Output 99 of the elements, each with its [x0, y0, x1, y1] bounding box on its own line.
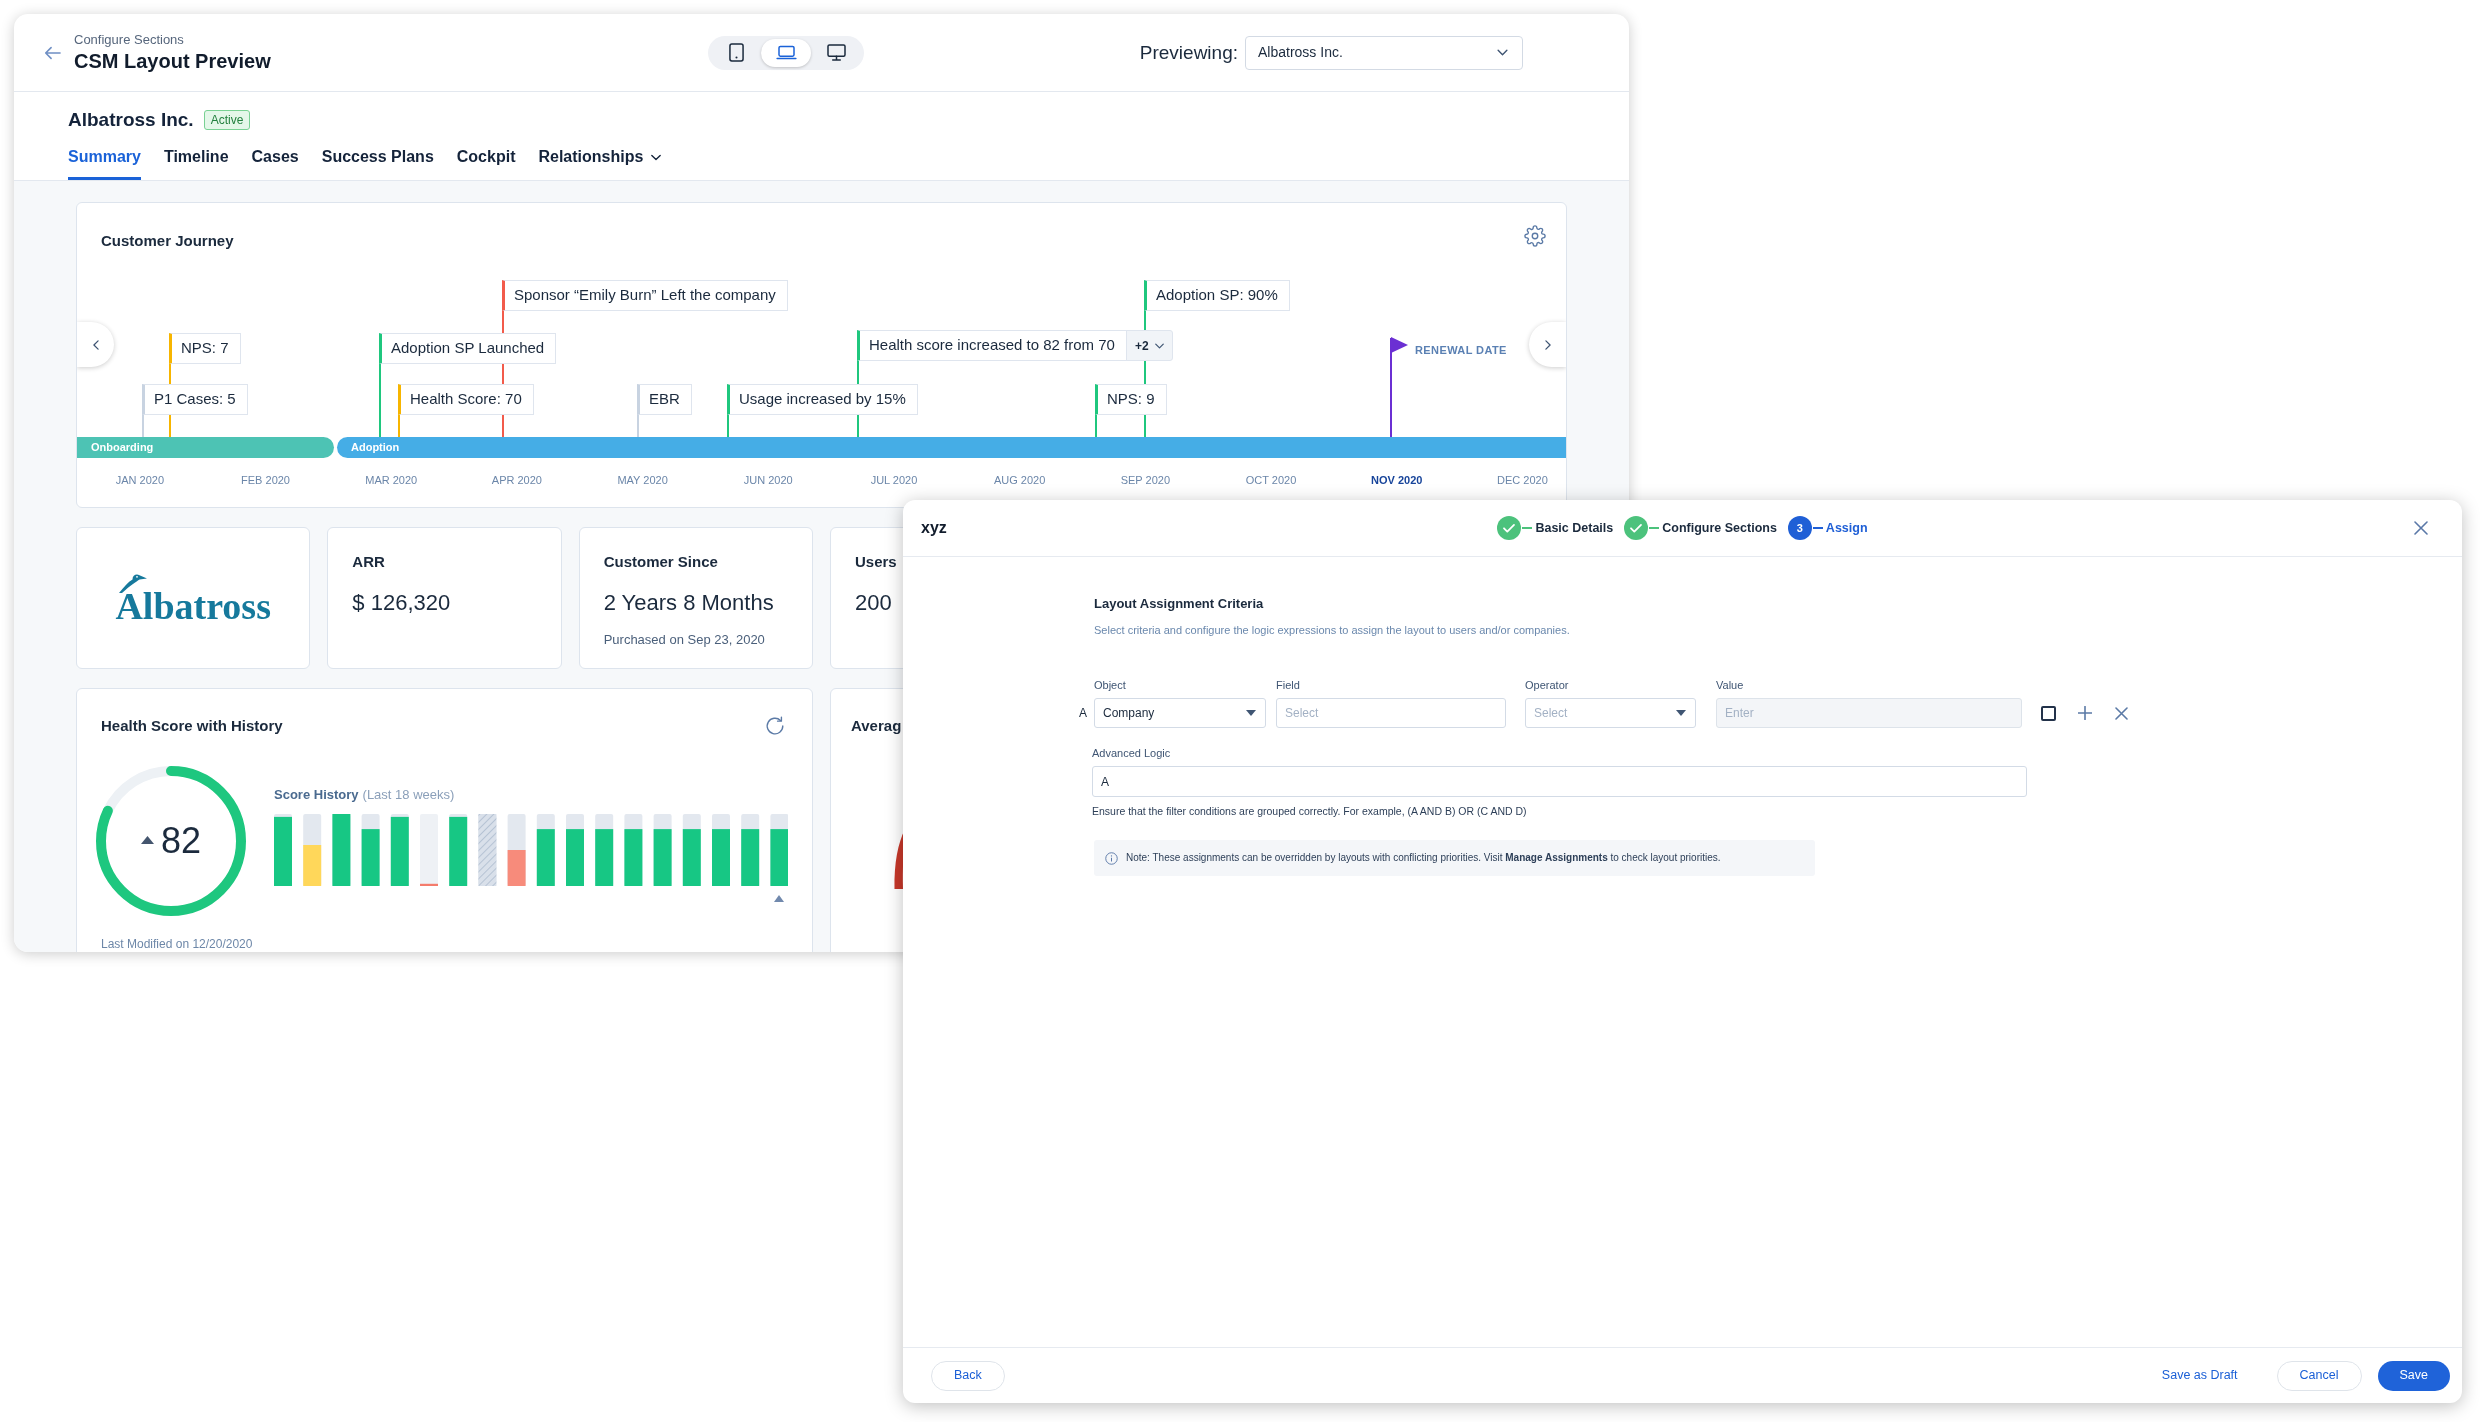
tablet-icon: [728, 43, 744, 62]
timeline-event: Health score increased to 82 from 70: [857, 330, 1127, 361]
previewing-select[interactable]: Albatross Inc.: [1245, 35, 1523, 70]
stat-label: Users: [855, 552, 897, 572]
field-label: Advanced Logic: [1092, 746, 1171, 760]
last-modified-text: Last Modified on 12/20/2020: [101, 936, 253, 952]
timeline-event: P1 Cases: 5: [142, 384, 248, 415]
timeline-event: Sponsor “Emily Burn” Left the company: [502, 280, 788, 311]
renewal-label: RENEWAL DATE: [1415, 343, 1507, 358]
step-label: Basic Details: [1535, 520, 1614, 536]
column-label: Field: [1276, 678, 1300, 692]
timeline-event: Usage increased by 15%: [727, 384, 918, 415]
dropdown-value[interactable]: Company: [1095, 699, 1246, 727]
triangle-up-icon: [140, 836, 154, 844]
step-label: Assign: [1825, 520, 1868, 536]
card-title: Averag: [851, 716, 902, 736]
tab[interactable]: Success Plans: [321, 144, 434, 180]
month-label: OCT 2020: [1245, 473, 1297, 488]
link[interactable]: Save as Draft: [2159, 1360, 2240, 1391]
stat-value: 2 Years 8 Months: [603, 589, 774, 617]
month-label: SEP 2020: [1120, 473, 1170, 488]
caret-down-icon: [1246, 710, 1256, 716]
stat-note: Purchased on Sep 23, 2020: [603, 631, 765, 649]
dropdown-select[interactable]: Company: [1094, 698, 1266, 728]
laptop-icon: [775, 45, 797, 60]
plus-icon[interactable]: [2078, 706, 2092, 720]
section-description: Select criteria and configure the logic expressions to assign the layout to users and/or companies.: [1094, 623, 1570, 638]
settings-icon[interactable]: [1524, 225, 1546, 247]
row-letter: A: [1079, 705, 1087, 721]
dropdown-value[interactable]: Select: [1526, 699, 1676, 727]
page-title: CSM Layout Preview: [74, 48, 271, 74]
company-name: Albatross Inc.: [68, 108, 194, 132]
tab[interactable]: Cases: [251, 144, 299, 180]
more-events-button[interactable]: +2: [1125, 330, 1173, 361]
tab[interactable]: Relationships: [538, 144, 662, 180]
status-badge: Active: [203, 110, 251, 130]
x-icon[interactable]: [2115, 706, 2128, 720]
month-label: NOV 2020: [1371, 473, 1423, 488]
month-label: MAR 2020: [365, 473, 418, 488]
tab[interactable]: Cockpit: [456, 144, 516, 180]
info-icon: [1105, 851, 1118, 865]
tab[interactable]: Timeline: [163, 144, 229, 180]
column-label: Value: [1716, 678, 1744, 692]
step-number: 3: [1787, 516, 1812, 540]
month-label: APR 2020: [491, 473, 542, 488]
card-title: Health Score with History: [101, 716, 283, 736]
close-icon[interactable]: [2414, 521, 2428, 535]
chart-subtitle: (Last 18 weeks): [362, 787, 455, 803]
column-label: Object: [1094, 678, 1126, 692]
step-label: Configure Sections: [1662, 520, 1777, 536]
month-label: DEC 2020: [1497, 473, 1548, 488]
score-ring-track: [103, 766, 172, 814]
column-label: Operator: [1525, 678, 1569, 692]
timeline-phase: Adoption: [337, 437, 1566, 458]
company-logo: Albatross: [115, 571, 271, 625]
timeline-event: Adoption SP: 90%: [1144, 280, 1290, 311]
stat-value: 200: [855, 589, 892, 617]
chevron-down-icon: [1154, 342, 1164, 349]
month-label: AUG 2020: [993, 473, 1046, 488]
chevron-down-icon: [1497, 49, 1508, 56]
hint-text: Ensure that the filter conditions are grouped correctly. For example, (A AND B) OR (C AND D): [1092, 804, 1527, 818]
note-text: Note: These assignments can be overridden by layouts with conflicting priorities. Visit Manage Assignments to check layout priorities.: [1126, 851, 1721, 865]
timeline-event: Adoption SP Launched: [379, 333, 557, 364]
device-toggle[interactable]: [761, 38, 811, 67]
card-title: Customer Journey: [101, 231, 234, 251]
modal-title: xyz: [921, 518, 947, 538]
button[interactable]: Cancel: [2276, 1360, 2362, 1391]
timeline-phase: Onboarding: [77, 437, 334, 458]
stat-label: Customer Since: [603, 552, 718, 572]
previewing-label: Previewing:: [1139, 40, 1238, 65]
month-label: JUN 2020: [743, 473, 793, 488]
chevron-right-icon: [1544, 339, 1551, 350]
timeline-event: NPS: 7: [169, 333, 241, 364]
arrow-left-icon[interactable]: [44, 45, 61, 60]
caret-down-icon: [1676, 710, 1686, 716]
triangle-up-icon: [774, 895, 784, 902]
timeline-event: Health Score: 70: [398, 384, 534, 415]
text-input[interactable]: Select: [1276, 698, 1506, 728]
month-label: MAY 2020: [617, 473, 668, 488]
monitor-icon: [826, 44, 846, 61]
month-label: JUL 2020: [870, 473, 918, 488]
chevron-left-icon: [92, 339, 99, 350]
flag-icon: [1391, 337, 1408, 353]
stat-label: ARR: [352, 552, 385, 572]
refresh-icon[interactable]: [764, 715, 786, 737]
button[interactable]: Save: [2377, 1360, 2450, 1391]
text-input[interactable]: A: [1092, 766, 2027, 797]
month-label: JAN 2020: [115, 473, 164, 488]
timeline-event: NPS: 9: [1095, 384, 1167, 415]
breadcrumb-text: Configure Sections: [74, 31, 184, 48]
section-title: Layout Assignment Criteria: [1094, 595, 1264, 613]
stat-value: $ 126,320: [352, 589, 451, 617]
button[interactable]: Back: [931, 1360, 1005, 1391]
chart-title: Score History: [274, 787, 359, 803]
timeline-event: EBR: [637, 384, 692, 415]
dropdown-select[interactable]: Select: [1525, 698, 1696, 728]
checkbox[interactable]: [2041, 705, 2056, 721]
month-label: FEB 2020: [241, 473, 290, 488]
score-value: 82: [160, 821, 201, 861]
